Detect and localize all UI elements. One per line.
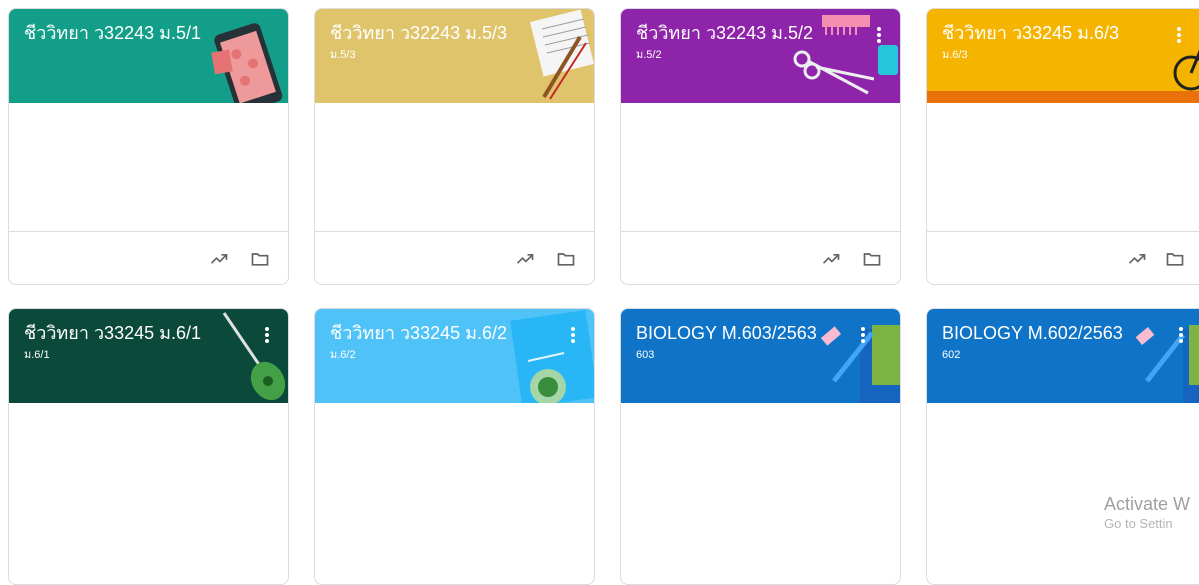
class-card[interactable]: ชีววิทยา ว32243 ม.5/2 ม.5/2 (620, 8, 901, 285)
class-section: ม.6/3 (942, 49, 968, 61)
more-vert-icon[interactable] (258, 323, 276, 347)
trending-up-icon[interactable] (207, 247, 231, 271)
class-card[interactable]: ชีววิทยา ว32243 ม.5/3 ม.5/3 (314, 8, 595, 285)
class-section: ม.6/1 (24, 349, 50, 361)
class-title[interactable]: ชีววิทยา ว32243 ม.5/1 (24, 21, 201, 45)
more-vert-icon[interactable] (854, 323, 872, 347)
card-divider (9, 231, 288, 232)
folder-icon[interactable] (1163, 247, 1187, 271)
class-title[interactable]: ชีววิทยา ว33245 ม.6/1 (24, 321, 201, 345)
class-banner: ชีววิทยา ว32243 ม.5/2 ม.5/2 (621, 9, 900, 103)
class-section: ม.5/2 (636, 49, 662, 61)
class-section: ม.5/3 (330, 49, 356, 61)
folder-icon[interactable] (248, 247, 272, 271)
trending-up-icon[interactable] (1125, 247, 1149, 271)
trending-up-icon[interactable] (819, 247, 843, 271)
class-card[interactable]: BIOLOGY M.603/2563 603 (620, 308, 901, 585)
guitar-icon (222, 312, 286, 401)
class-section: 602 (942, 349, 961, 361)
trending-up-icon[interactable] (513, 247, 537, 271)
class-title[interactable]: BIOLOGY M.602/2563 (942, 321, 1123, 345)
class-card[interactable]: ชีววิทยา ว33245 ม.6/2 ม.6/2 (314, 308, 595, 585)
class-banner: ชีววิทยา ว33245 ม.6/2 ม.6/2 (315, 309, 594, 403)
class-banner: ชีววิทยา ว33245 ม.6/1 ม.6/1 (9, 309, 288, 403)
class-card[interactable]: ชีววิทยา ว33245 ม.6/3 ม.6/3 (926, 8, 1199, 285)
class-card[interactable]: ชีววิทยา ว32243 ม.5/1 (8, 8, 289, 285)
more-vert-icon[interactable] (564, 323, 582, 347)
tablet-icon (211, 23, 283, 103)
class-title[interactable]: ชีววิทยา ว33245 ม.6/2 (330, 321, 507, 345)
class-banner: ชีววิทยา ว32243 ม.5/3 ม.5/3 (315, 9, 594, 103)
class-card[interactable]: ชีววิทยา ว33245 ม.6/1 ม.6/1 (8, 308, 289, 585)
class-title[interactable]: ชีววิทยา ว33245 ม.6/3 (942, 21, 1119, 45)
class-banner: ชีววิทยา ว33245 ม.6/3 ม.6/3 (927, 9, 1199, 103)
class-banner: ชีววิทยา ว32243 ม.5/1 (9, 9, 288, 103)
card-divider (927, 231, 1199, 232)
more-vert-icon[interactable] (1170, 23, 1188, 47)
class-title[interactable]: BIOLOGY M.603/2563 (636, 321, 817, 345)
class-title[interactable]: ชีววิทยา ว32243 ม.5/3 (330, 21, 507, 45)
activate-windows-subtext: Go to Settin (1104, 516, 1173, 531)
folder-icon[interactable] (860, 247, 884, 271)
class-banner: BIOLOGY M.603/2563 603 (621, 309, 900, 403)
card-divider (315, 231, 594, 232)
activate-windows-watermark: Activate W (1104, 494, 1191, 514)
more-vert-icon[interactable] (1172, 323, 1190, 347)
class-title[interactable]: ชีววิทยา ว32243 ม.5/2 (636, 21, 813, 45)
class-section: 603 (636, 349, 655, 361)
card-divider (621, 231, 900, 232)
sheet-music-icon (529, 9, 594, 100)
class-banner: BIOLOGY M.602/2563 602 (927, 309, 1199, 403)
folder-icon[interactable] (554, 247, 578, 271)
banner-stripe (927, 91, 1199, 103)
class-card[interactable]: BIOLOGY M.602/2563 602 (926, 308, 1199, 585)
more-vert-icon[interactable] (870, 23, 888, 47)
class-section: ม.6/2 (330, 349, 356, 361)
